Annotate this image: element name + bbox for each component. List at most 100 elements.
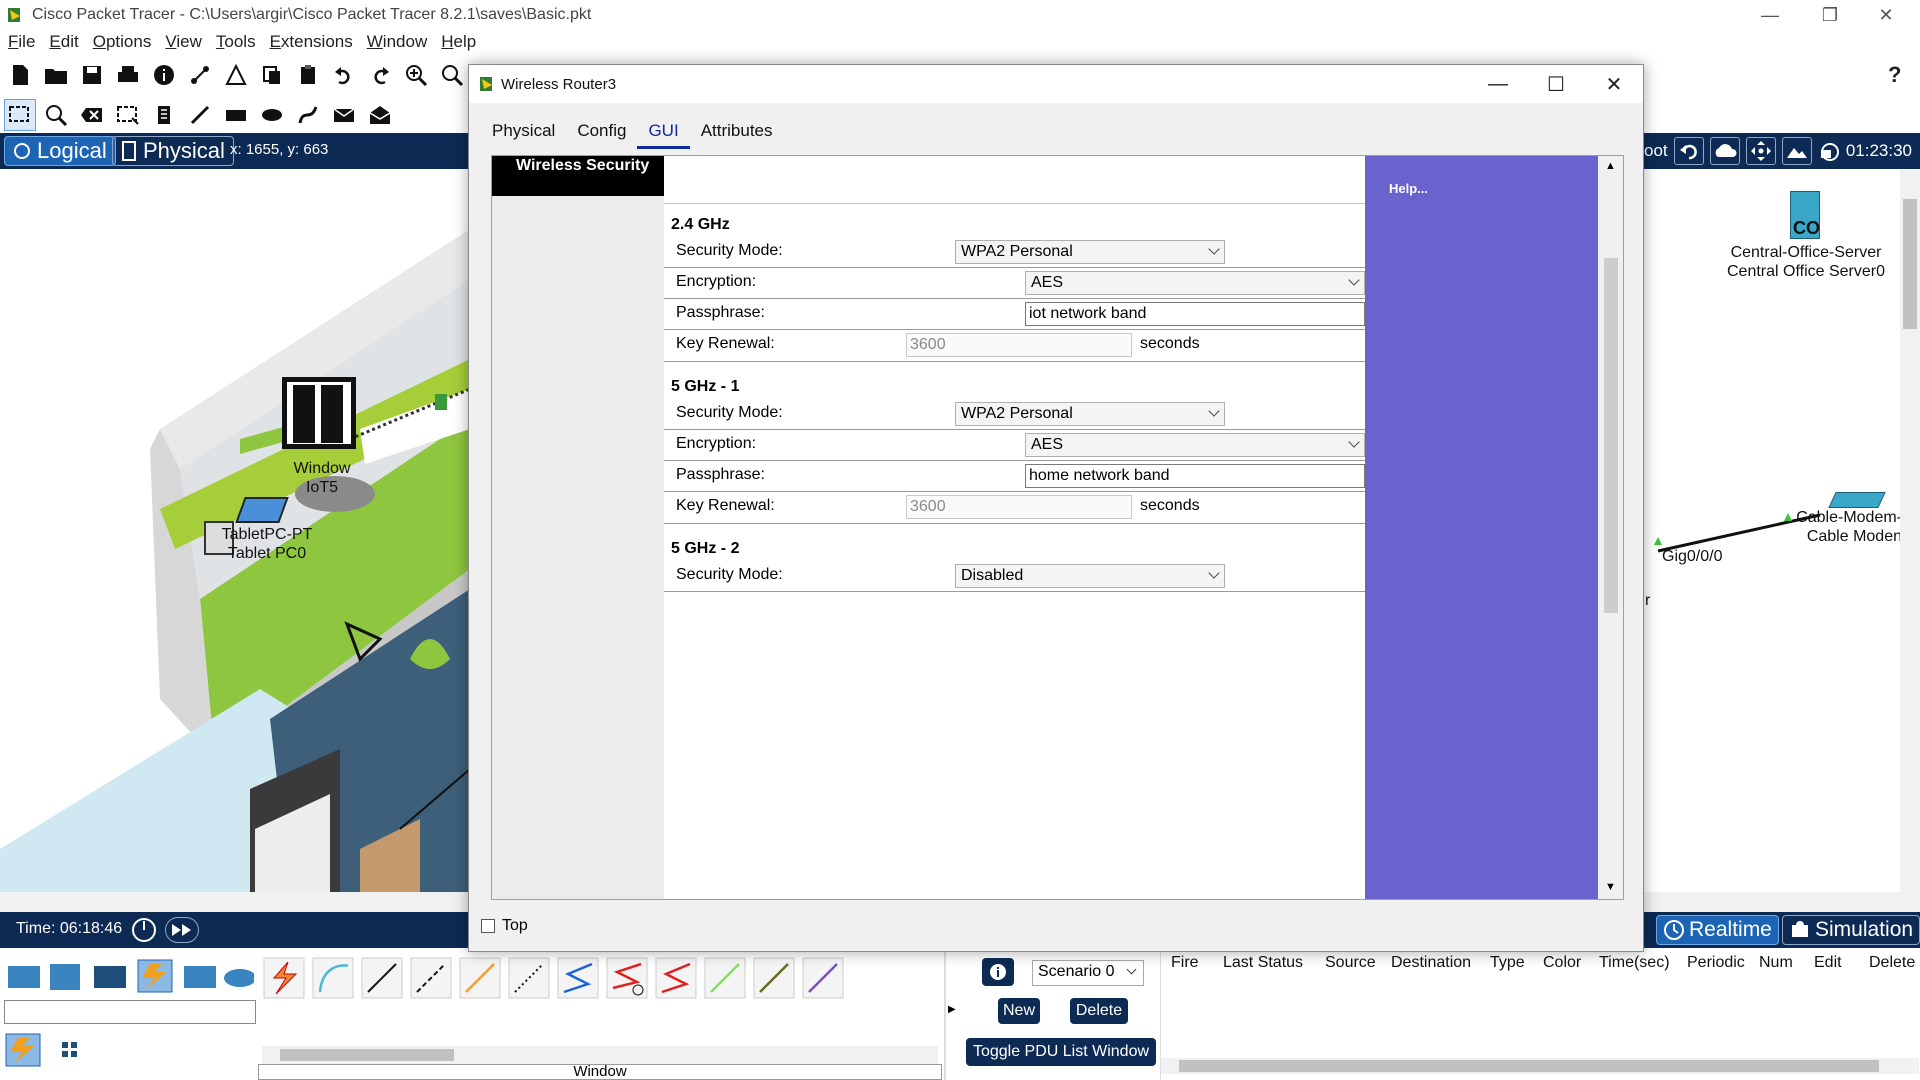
- menu-edit[interactable]: Edit: [49, 32, 78, 52]
- pdu-col-last-status[interactable]: Last Status: [1223, 954, 1303, 972]
- draw-ellipse-icon[interactable]: [256, 99, 288, 131]
- close-button[interactable]: ✕: [1856, 0, 1916, 30]
- workspace-vertical-scrollbar[interactable]: [1900, 169, 1920, 892]
- draw-rectangle-icon[interactable]: [220, 99, 252, 131]
- paste-icon[interactable]: [292, 59, 324, 91]
- band-24-encryption-select[interactable]: AES: [1025, 271, 1365, 295]
- cable-palette-scrollbar[interactable]: [262, 1046, 938, 1064]
- band-5-1-passphrase-input[interactable]: home network band: [1025, 464, 1365, 488]
- menu-options[interactable]: Options: [93, 32, 152, 52]
- zoom-reset-icon[interactable]: [436, 59, 468, 91]
- scenario-info-icon[interactable]: [982, 958, 1014, 986]
- wireless-security-header[interactable]: Wireless Security: [492, 156, 664, 196]
- pdu-col-color[interactable]: Color: [1543, 954, 1581, 972]
- band-5-2-security-mode-select[interactable]: Disabled: [955, 564, 1225, 588]
- gui-panel-scrollbar[interactable]: ▲ ▼: [1598, 156, 1623, 899]
- back-icon[interactable]: [1674, 137, 1704, 165]
- copy-icon[interactable]: [256, 59, 288, 91]
- cable-modem-icon[interactable]: [1828, 492, 1886, 508]
- connection-type-selector[interactable]: [4, 1032, 94, 1068]
- menu-bar: File Edit Options View Tools Extensions …: [0, 30, 490, 54]
- resize-shape-icon[interactable]: [112, 99, 144, 131]
- tab-gui[interactable]: GUI: [637, 115, 690, 149]
- top-checkbox[interactable]: Top: [481, 917, 528, 935]
- top-checkbox-box[interactable]: [481, 919, 495, 933]
- dialog-title-bar[interactable]: Wireless Router3 — ☐ ✕: [469, 65, 1643, 103]
- power-cycle-icon[interactable]: [131, 917, 157, 948]
- freeform-icon[interactable]: [292, 99, 324, 131]
- new-scenario-button[interactable]: New: [998, 998, 1040, 1024]
- help-link[interactable]: Help...: [1389, 181, 1428, 196]
- help-question-icon[interactable]: ?: [1888, 62, 1901, 88]
- pdu-col-type[interactable]: Type: [1490, 954, 1525, 972]
- tab-attributes[interactable]: Attributes: [690, 115, 784, 149]
- panel-divider[interactable]: [944, 948, 946, 1080]
- pdu-col-source[interactable]: Source: [1325, 954, 1376, 972]
- scenario-dropdown[interactable]: Scenario 0: [1032, 960, 1144, 986]
- expand-arrow-icon[interactable]: ▶: [948, 1004, 956, 1015]
- cloud-icon[interactable]: [1710, 137, 1740, 165]
- dialog-maximize-button[interactable]: ☐: [1527, 65, 1585, 103]
- dialog-close-button[interactable]: ✕: [1585, 65, 1643, 103]
- menu-window[interactable]: Window: [367, 32, 427, 52]
- pdu-col-periodic[interactable]: Periodic: [1687, 954, 1745, 972]
- simulation-time: Time: 06:18:46: [16, 920, 123, 937]
- menu-view[interactable]: View: [165, 32, 202, 52]
- menu-extensions[interactable]: Extensions: [270, 32, 353, 52]
- toggle-pdu-list-button[interactable]: Toggle PDU List Window: [966, 1038, 1156, 1066]
- pdu-col-fire[interactable]: Fire: [1171, 954, 1199, 972]
- tab-physical[interactable]: Physical: [481, 115, 566, 149]
- network-wizard-icon[interactable]: [184, 59, 216, 91]
- background-image-icon[interactable]: [1782, 137, 1812, 165]
- draw-line-icon[interactable]: [184, 99, 216, 131]
- zoom-in-icon[interactable]: [400, 59, 432, 91]
- pdu-col-num[interactable]: Num: [1759, 954, 1793, 972]
- band-5-1-encryption-select[interactable]: AES: [1025, 433, 1365, 457]
- activity-wizard-icon[interactable]: [220, 59, 252, 91]
- viewport-icon[interactable]: [1818, 142, 1842, 167]
- device-search-field[interactable]: [4, 1000, 256, 1024]
- logical-tab[interactable]: Logical: [4, 136, 116, 166]
- physical-tab[interactable]: Physical: [112, 136, 234, 166]
- menu-tools[interactable]: Tools: [216, 32, 256, 52]
- redo-icon[interactable]: [364, 59, 396, 91]
- minimize-button[interactable]: —: [1740, 0, 1800, 30]
- menu-file[interactable]: File: [8, 32, 35, 52]
- divider: [664, 460, 1365, 461]
- new-file-icon[interactable]: [4, 59, 36, 91]
- select-icon[interactable]: [4, 99, 36, 131]
- delete-scenario-button[interactable]: Delete: [1070, 998, 1128, 1024]
- cable-palette[interactable]: [262, 956, 852, 1000]
- delete-icon[interactable]: [76, 99, 108, 131]
- dialog-minimize-button[interactable]: —: [1469, 65, 1527, 103]
- add-complex-pdu-icon[interactable]: [364, 99, 396, 131]
- open-folder-icon[interactable]: [40, 59, 72, 91]
- print-icon[interactable]: [112, 59, 144, 91]
- scroll-up-icon[interactable]: ▲: [1605, 160, 1616, 172]
- inspect-icon[interactable]: [40, 99, 72, 131]
- scroll-down-icon[interactable]: ▼: [1605, 881, 1616, 893]
- band-24-passphrase-input[interactable]: iot network band: [1025, 302, 1365, 326]
- add-simple-pdu-icon[interactable]: [328, 99, 360, 131]
- menu-help[interactable]: Help: [441, 32, 476, 52]
- save-icon[interactable]: [76, 59, 108, 91]
- pdu-col-edit[interactable]: Edit: [1814, 954, 1842, 972]
- band-24-security-mode-select[interactable]: WPA2 Personal: [955, 240, 1225, 264]
- server-icon[interactable]: CO: [1790, 191, 1820, 239]
- fast-forward-icon[interactable]: [165, 917, 199, 943]
- place-note-icon[interactable]: [148, 99, 180, 131]
- pdu-list-scrollbar[interactable]: [1161, 1058, 1919, 1074]
- tab-config[interactable]: Config: [566, 115, 637, 149]
- move-icon[interactable]: [1746, 137, 1776, 165]
- pdu-col-time[interactable]: Time(sec): [1599, 954, 1670, 972]
- realtime-mode-button[interactable]: Realtime: [1656, 915, 1779, 945]
- pdu-col-delete[interactable]: Delete: [1869, 954, 1915, 972]
- pdu-col-destination[interactable]: Destination: [1391, 954, 1471, 972]
- simulation-mode-button[interactable]: Simulation: [1782, 915, 1920, 945]
- restore-button[interactable]: ❐: [1800, 0, 1860, 30]
- info-icon[interactable]: [148, 59, 180, 91]
- band-5-1-security-mode-select[interactable]: WPA2 Personal: [955, 402, 1225, 426]
- undo-icon[interactable]: [328, 59, 360, 91]
- window-iot-device[interactable]: [282, 377, 356, 449]
- key-renewal-label: Key Renewal:: [676, 335, 775, 352]
